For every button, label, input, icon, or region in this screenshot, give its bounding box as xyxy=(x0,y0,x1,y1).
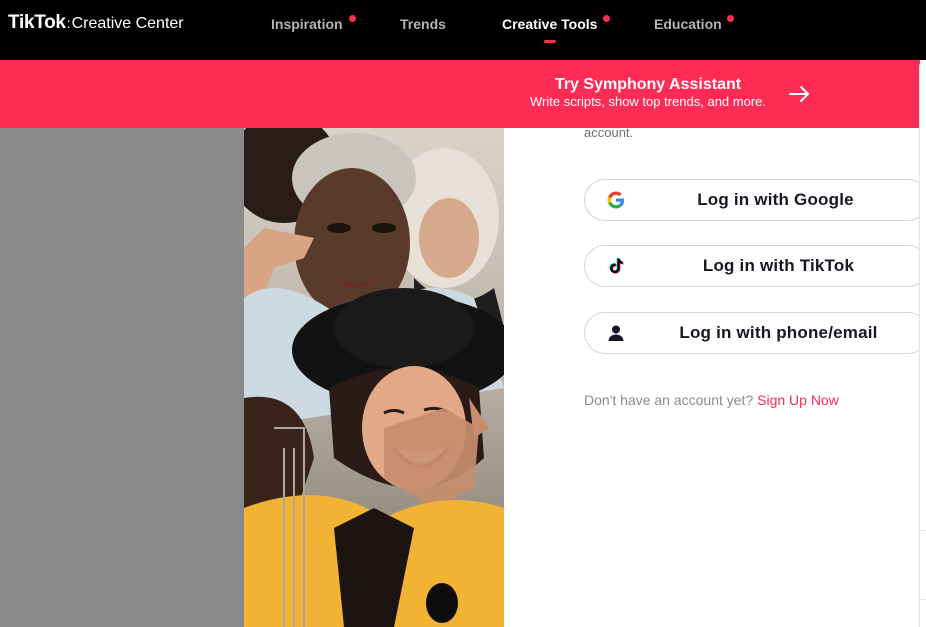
top-navigation-bar: TikTok : Creative Center Inspiration Tre… xyxy=(0,0,926,60)
banner-title: Try Symphony Assistant xyxy=(554,76,742,93)
nav-inspiration-dot xyxy=(349,15,356,22)
nav-creative-tools-dot xyxy=(603,15,610,22)
left-backdrop-panel xyxy=(0,128,244,627)
signup-prompt: Don't have an account yet? Sign Up Now xyxy=(584,392,839,408)
nav-active-indicator xyxy=(544,40,556,43)
login-panel: account. Log in with Google Log in with … xyxy=(504,125,926,627)
login-google-button[interactable]: Log in with Google xyxy=(584,179,926,221)
banner-text: Try Symphony Assistant Write scripts, sh… xyxy=(513,75,783,110)
nav-creative-tools[interactable]: Creative Tools xyxy=(502,16,597,32)
logo-product-text: Creative Center xyxy=(71,15,184,32)
nav-inspiration[interactable]: Inspiration xyxy=(271,16,343,32)
arrow-right-icon[interactable] xyxy=(788,84,812,104)
logo-brand-text: TikTok xyxy=(8,12,66,33)
right-side-card-edge xyxy=(919,60,926,627)
login-tiktok-label: Log in with TikTok xyxy=(702,256,855,275)
signup-link[interactable]: Sign Up Now xyxy=(757,392,839,408)
login-phone-email-label: Log in with phone/email xyxy=(679,323,878,342)
tiktok-creative-center-logo[interactable]: TikTok : Creative Center xyxy=(8,12,184,36)
nav-education-dot xyxy=(727,15,734,22)
right-card-divider xyxy=(920,530,926,600)
user-icon xyxy=(608,325,624,341)
hero-photo-illustration xyxy=(244,128,504,627)
nav-education[interactable]: Education xyxy=(654,16,722,32)
login-tiktok-button[interactable]: Log in with TikTok xyxy=(584,245,926,287)
login-google-label: Log in with Google xyxy=(697,190,854,209)
logo-separator: : xyxy=(66,15,71,31)
symphony-assistant-banner[interactable]: Try Symphony Assistant Write scripts, sh… xyxy=(0,60,920,128)
nav-trends[interactable]: Trends xyxy=(400,16,446,32)
signup-prompt-text: Don't have an account yet? xyxy=(584,392,754,408)
tiktok-icon xyxy=(609,257,624,274)
hero-photo xyxy=(244,128,504,627)
login-phone-email-button[interactable]: Log in with phone/email xyxy=(584,312,926,354)
account-text: account. xyxy=(584,125,634,140)
banner-subtitle: Write scripts, show top trends, and more… xyxy=(529,94,767,109)
